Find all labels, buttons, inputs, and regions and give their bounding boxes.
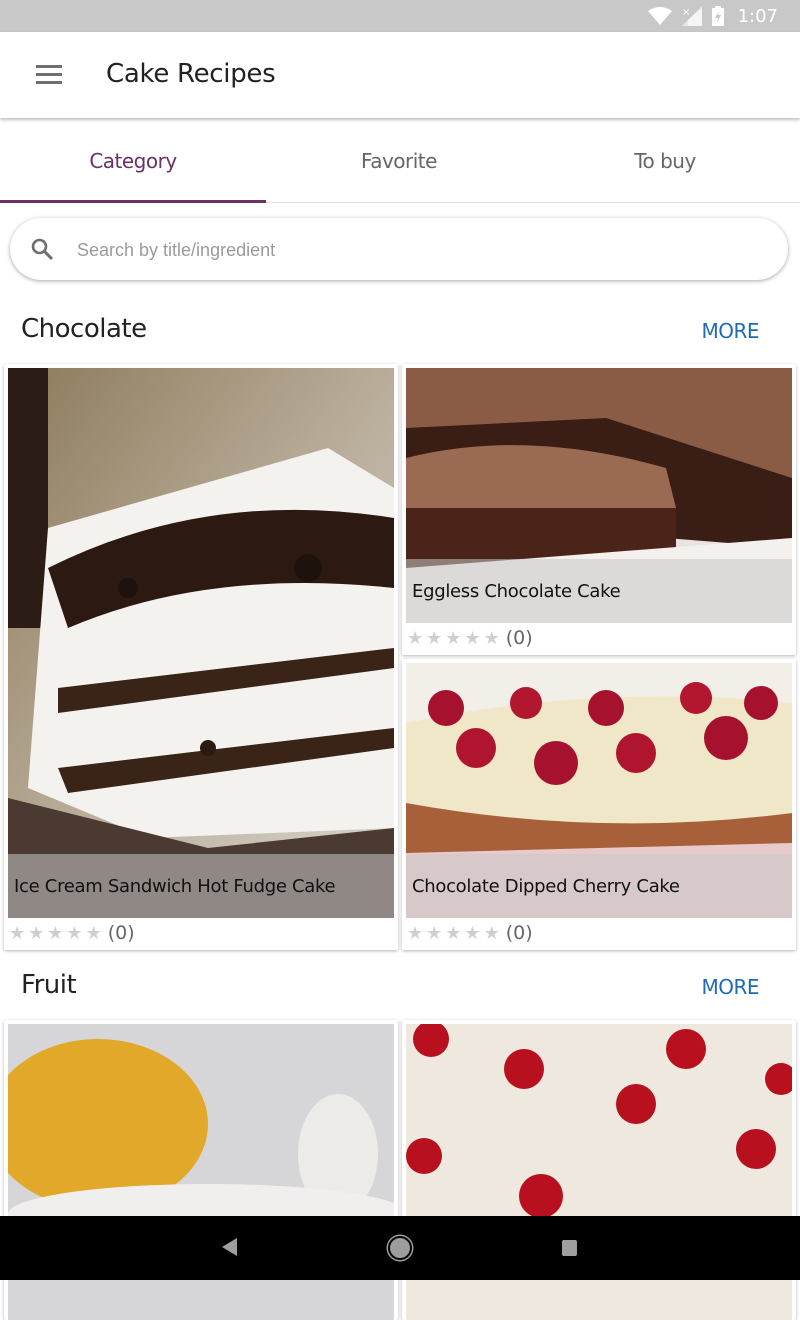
recipe-image: Chocolate Dipped Cherry Cake <box>406 663 792 918</box>
recipe-title: Eggless Chocolate Cake <box>406 559 792 623</box>
back-icon[interactable] <box>222 1238 237 1256</box>
recipe-card[interactable]: Ice Cream Sandwich Hot Fudge Cake ★ ★ ★ … <box>4 364 398 950</box>
battery-charging-icon <box>711 6 724 26</box>
search-icon <box>31 238 54 261</box>
star-empty-icon: ★ <box>426 922 443 943</box>
star-empty-icon: ★ <box>464 922 481 943</box>
star-empty-icon: ★ <box>483 922 500 943</box>
star-empty-icon: ★ <box>66 922 83 943</box>
recipe-title: Chocolate Dipped Cherry Cake <box>406 854 792 918</box>
system-nav-bar <box>0 1216 800 1280</box>
rating: ★ ★ ★ ★ ★ (0) <box>407 918 533 948</box>
status-bar: × 1:07 <box>0 0 800 32</box>
recipe-card[interactable]: Chocolate Dipped Cherry Cake ★ ★ ★ ★ ★ (… <box>402 659 796 950</box>
app-bar: Cake Recipes <box>0 32 800 118</box>
tab-bar: Category Favorite To buy <box>0 120 800 203</box>
rating-count: (0) <box>107 922 135 944</box>
status-icons: × 1:07 <box>647 0 778 32</box>
app-title: Cake Recipes <box>106 59 276 89</box>
star-empty-icon: ★ <box>464 627 481 648</box>
tab-indicator <box>0 200 266 203</box>
recipe-title: Ice Cream Sandwich Hot Fudge Cake <box>8 854 394 918</box>
signal-off-icon: × <box>681 6 702 26</box>
search-input[interactable] <box>75 218 769 282</box>
tab-category[interactable]: Category <box>0 120 266 202</box>
section-title-fruit: Fruit <box>21 970 77 1000</box>
star-empty-icon: ★ <box>426 627 443 648</box>
tab-to-buy[interactable]: To buy <box>532 120 798 202</box>
recipe-image: Eggless Chocolate Cake <box>406 368 792 623</box>
status-time: 1:07 <box>737 5 778 27</box>
star-empty-icon: ★ <box>445 627 462 648</box>
star-empty-icon: ★ <box>9 922 26 943</box>
recents-icon[interactable] <box>562 1240 577 1256</box>
wifi-icon <box>647 7 672 25</box>
search-bar[interactable] <box>10 218 788 282</box>
star-empty-icon: ★ <box>407 627 424 648</box>
recipe-card[interactable]: Eggless Chocolate Cake ★ ★ ★ ★ ★ (0) <box>402 364 796 655</box>
rating-count: (0) <box>505 627 533 649</box>
rating-count: (0) <box>505 922 533 944</box>
rating: ★ ★ ★ ★ ★ (0) <box>9 918 135 948</box>
tab-favorite[interactable]: Favorite <box>266 120 532 202</box>
more-button-fruit[interactable]: MORE <box>701 975 759 999</box>
star-empty-icon: ★ <box>28 922 45 943</box>
hamburger-menu-icon[interactable] <box>36 65 62 85</box>
star-empty-icon: ★ <box>85 922 102 943</box>
star-empty-icon: ★ <box>445 922 462 943</box>
section-title-chocolate: Chocolate <box>21 314 147 344</box>
svg-text:×: × <box>682 7 690 18</box>
more-button-chocolate[interactable]: MORE <box>701 319 759 343</box>
star-empty-icon: ★ <box>47 922 64 943</box>
home-icon[interactable] <box>388 1236 412 1260</box>
recipe-image: Ice Cream Sandwich Hot Fudge Cake <box>8 368 394 918</box>
star-empty-icon: ★ <box>407 922 424 943</box>
rating: ★ ★ ★ ★ ★ (0) <box>407 623 533 653</box>
star-empty-icon: ★ <box>483 627 500 648</box>
